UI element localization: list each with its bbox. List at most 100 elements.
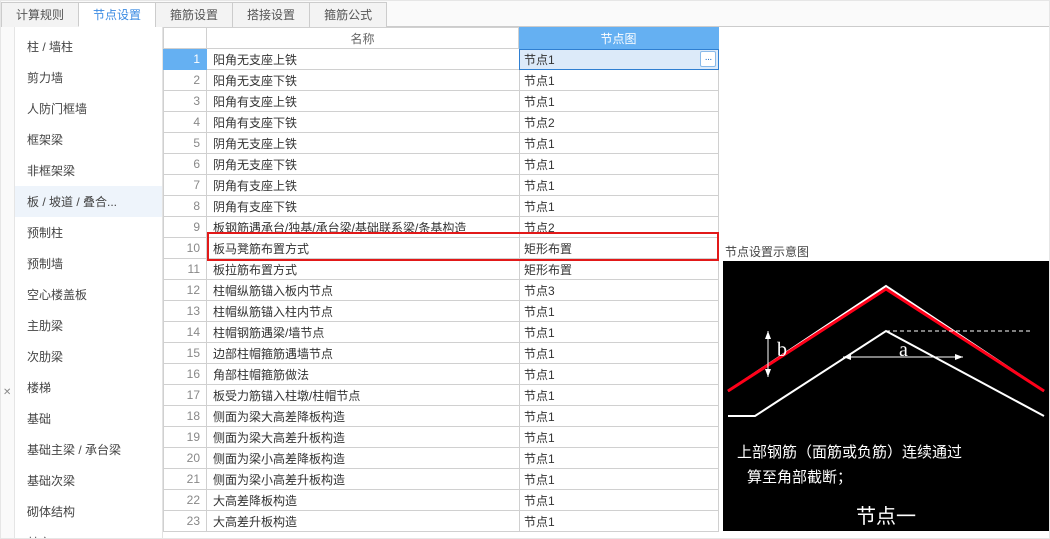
row-name[interactable]: 板拉筋布置方式 xyxy=(207,259,519,280)
row-name[interactable]: 阳角有支座下铁 xyxy=(207,112,519,133)
table-row[interactable]: 6阴角无支座下铁节点1 xyxy=(163,154,719,175)
sidebar-item-precast-col[interactable]: 预制柱 xyxy=(15,217,162,248)
row-index[interactable]: 13 xyxy=(163,301,207,322)
table-row[interactable]: 9板钢筋遇承台/独基/承台梁/基础联系梁/条基构造节点2 xyxy=(163,217,719,238)
row-index[interactable]: 4 xyxy=(163,112,207,133)
row-name[interactable]: 板受力筋锚入柱墩/柱帽节点 xyxy=(207,385,519,406)
row-name[interactable]: 柱帽纵筋锚入板内节点 xyxy=(207,280,519,301)
row-node[interactable]: 节点2 xyxy=(519,217,719,238)
row-index[interactable]: 2 xyxy=(163,70,207,91)
row-node[interactable]: 节点1 xyxy=(519,196,719,217)
tab-calculation-rules[interactable]: 计算规则 xyxy=(1,2,79,27)
row-node[interactable]: 节点2 xyxy=(519,112,719,133)
row-node[interactable]: 节点1 xyxy=(519,448,719,469)
table-row[interactable]: 19侧面为梁大高差升板构造节点1 xyxy=(163,427,719,448)
row-node[interactable]: 节点1 xyxy=(519,469,719,490)
row-node[interactable]: 节点1 xyxy=(519,301,719,322)
row-node[interactable]: 节点1 xyxy=(519,175,719,196)
row-index[interactable]: 8 xyxy=(163,196,207,217)
table-row[interactable]: 8阴角有支座下铁节点1 xyxy=(163,196,719,217)
row-node[interactable]: 节点1 xyxy=(519,70,719,91)
table-row[interactable]: 17板受力筋锚入柱墩/柱帽节点节点1 xyxy=(163,385,719,406)
row-index[interactable]: 23 xyxy=(163,511,207,532)
close-panel-icon[interactable]: ✕ xyxy=(3,387,11,398)
table-row[interactable]: 16角部柱帽箍筋做法节点1 xyxy=(163,364,719,385)
table-row[interactable]: 23大高差升板构造节点1 xyxy=(163,511,719,532)
row-index[interactable]: 6 xyxy=(163,154,207,175)
header-node[interactable]: 节点图 xyxy=(519,27,719,49)
row-name[interactable]: 阳角有支座上铁 xyxy=(207,91,519,112)
row-name[interactable]: 侧面为梁大高差升板构造 xyxy=(207,427,519,448)
tab-stirrup-settings[interactable]: 箍筋设置 xyxy=(155,2,233,27)
row-node[interactable]: 节点1 xyxy=(519,511,719,532)
row-node[interactable]: 节点1 xyxy=(519,133,719,154)
row-index[interactable]: 22 xyxy=(163,490,207,511)
row-index[interactable]: 16 xyxy=(163,364,207,385)
table-row[interactable]: 20侧面为梁小高差降板构造节点1 xyxy=(163,448,719,469)
table-row[interactable]: 5阴角无支座上铁节点1 xyxy=(163,133,719,154)
row-name[interactable]: 板钢筋遇承台/独基/承台梁/基础联系梁/条基构造 xyxy=(207,217,519,238)
sidebar-item-shearwall[interactable]: 剪力墙 xyxy=(15,62,162,93)
sidebar-item-foundation[interactable]: 基础 xyxy=(15,403,162,434)
row-name[interactable]: 阳角无支座上铁 xyxy=(207,49,519,70)
table-row[interactable]: 13柱帽纵筋锚入柱内节点节点1 xyxy=(163,301,719,322)
table-row[interactable]: 14柱帽钢筋遇梁/墙节点节点1 xyxy=(163,322,719,343)
row-index[interactable]: 21 xyxy=(163,469,207,490)
row-name[interactable]: 阳角无支座下铁 xyxy=(207,70,519,91)
sidebar-item-found-beam[interactable]: 基础主梁 / 承台梁 xyxy=(15,434,162,465)
sidebar-item-found-sec[interactable]: 基础次梁 xyxy=(15,465,162,496)
row-name[interactable]: 阴角有支座上铁 xyxy=(207,175,519,196)
table-row[interactable]: 11板拉筋布置方式矩形布置 xyxy=(163,259,719,280)
row-node[interactable]: 节点1 xyxy=(519,154,719,175)
row-index[interactable]: 17 xyxy=(163,385,207,406)
row-node[interactable]: 矩形布置 xyxy=(519,238,719,259)
row-name[interactable]: 侧面为梁小高差升板构造 xyxy=(207,469,519,490)
sidebar-item-other[interactable]: 其它 xyxy=(15,527,162,538)
row-index[interactable]: 7 xyxy=(163,175,207,196)
sidebar-item-sec-rib[interactable]: 次肋梁 xyxy=(15,341,162,372)
row-index[interactable]: 9 xyxy=(163,217,207,238)
row-index[interactable]: 11 xyxy=(163,259,207,280)
row-name[interactable]: 板马凳筋布置方式 xyxy=(207,238,519,259)
table-row[interactable]: 21侧面为梁小高差升板构造节点1 xyxy=(163,469,719,490)
row-node[interactable]: 节点1··· xyxy=(519,49,719,70)
row-index[interactable]: 14 xyxy=(163,322,207,343)
row-name[interactable]: 角部柱帽箍筋做法 xyxy=(207,364,519,385)
tab-node-settings[interactable]: 节点设置 xyxy=(78,2,156,27)
row-node[interactable]: 节点3 xyxy=(519,280,719,301)
table-row[interactable]: 22大高差降板构造节点1 xyxy=(163,490,719,511)
table-row[interactable]: 4阳角有支座下铁节点2 xyxy=(163,112,719,133)
row-node[interactable]: 节点1 xyxy=(519,91,719,112)
sidebar-item-framebeam[interactable]: 框架梁 xyxy=(15,124,162,155)
row-index[interactable]: 5 xyxy=(163,133,207,154)
header-name[interactable]: 名称 xyxy=(207,27,519,49)
sidebar-item-stair[interactable]: 楼梯 xyxy=(15,372,162,403)
row-node[interactable]: 节点1 xyxy=(519,364,719,385)
table-row[interactable]: 15边部柱帽箍筋遇墙节点节点1 xyxy=(163,343,719,364)
sidebar-item-column[interactable]: 柱 / 墙柱 xyxy=(15,31,162,62)
row-name[interactable]: 阴角无支座下铁 xyxy=(207,154,519,175)
ellipsis-button[interactable]: ··· xyxy=(700,51,716,67)
row-index[interactable]: 18 xyxy=(163,406,207,427)
row-name[interactable]: 边部柱帽箍筋遇墙节点 xyxy=(207,343,519,364)
row-name[interactable]: 柱帽纵筋锚入柱内节点 xyxy=(207,301,519,322)
sidebar-item-slab[interactable]: 板 / 坡道 / 叠合... xyxy=(15,186,162,217)
sidebar-item-masonry[interactable]: 砌体结构 xyxy=(15,496,162,527)
table-row[interactable]: 10板马凳筋布置方式矩形布置 xyxy=(163,238,719,259)
sidebar-item-hollow-slab[interactable]: 空心楼盖板 xyxy=(15,279,162,310)
row-node[interactable]: 节点1 xyxy=(519,385,719,406)
sidebar-item-doorframe[interactable]: 人防门框墙 xyxy=(15,93,162,124)
sidebar-item-nonframebeam[interactable]: 非框架梁 xyxy=(15,155,162,186)
table-row[interactable]: 3阳角有支座上铁节点1 xyxy=(163,91,719,112)
row-index[interactable]: 10 xyxy=(163,238,207,259)
row-index[interactable]: 12 xyxy=(163,280,207,301)
table-row[interactable]: 1阳角无支座上铁节点1··· xyxy=(163,49,719,70)
sidebar-item-main-rib[interactable]: 主肋梁 xyxy=(15,310,162,341)
row-name[interactable]: 阴角无支座上铁 xyxy=(207,133,519,154)
row-name[interactable]: 侧面为梁大高差降板构造 xyxy=(207,406,519,427)
row-index[interactable]: 15 xyxy=(163,343,207,364)
row-node[interactable]: 节点1 xyxy=(519,427,719,448)
row-name[interactable]: 阴角有支座下铁 xyxy=(207,196,519,217)
row-name[interactable]: 柱帽钢筋遇梁/墙节点 xyxy=(207,322,519,343)
row-node[interactable]: 节点1 xyxy=(519,406,719,427)
